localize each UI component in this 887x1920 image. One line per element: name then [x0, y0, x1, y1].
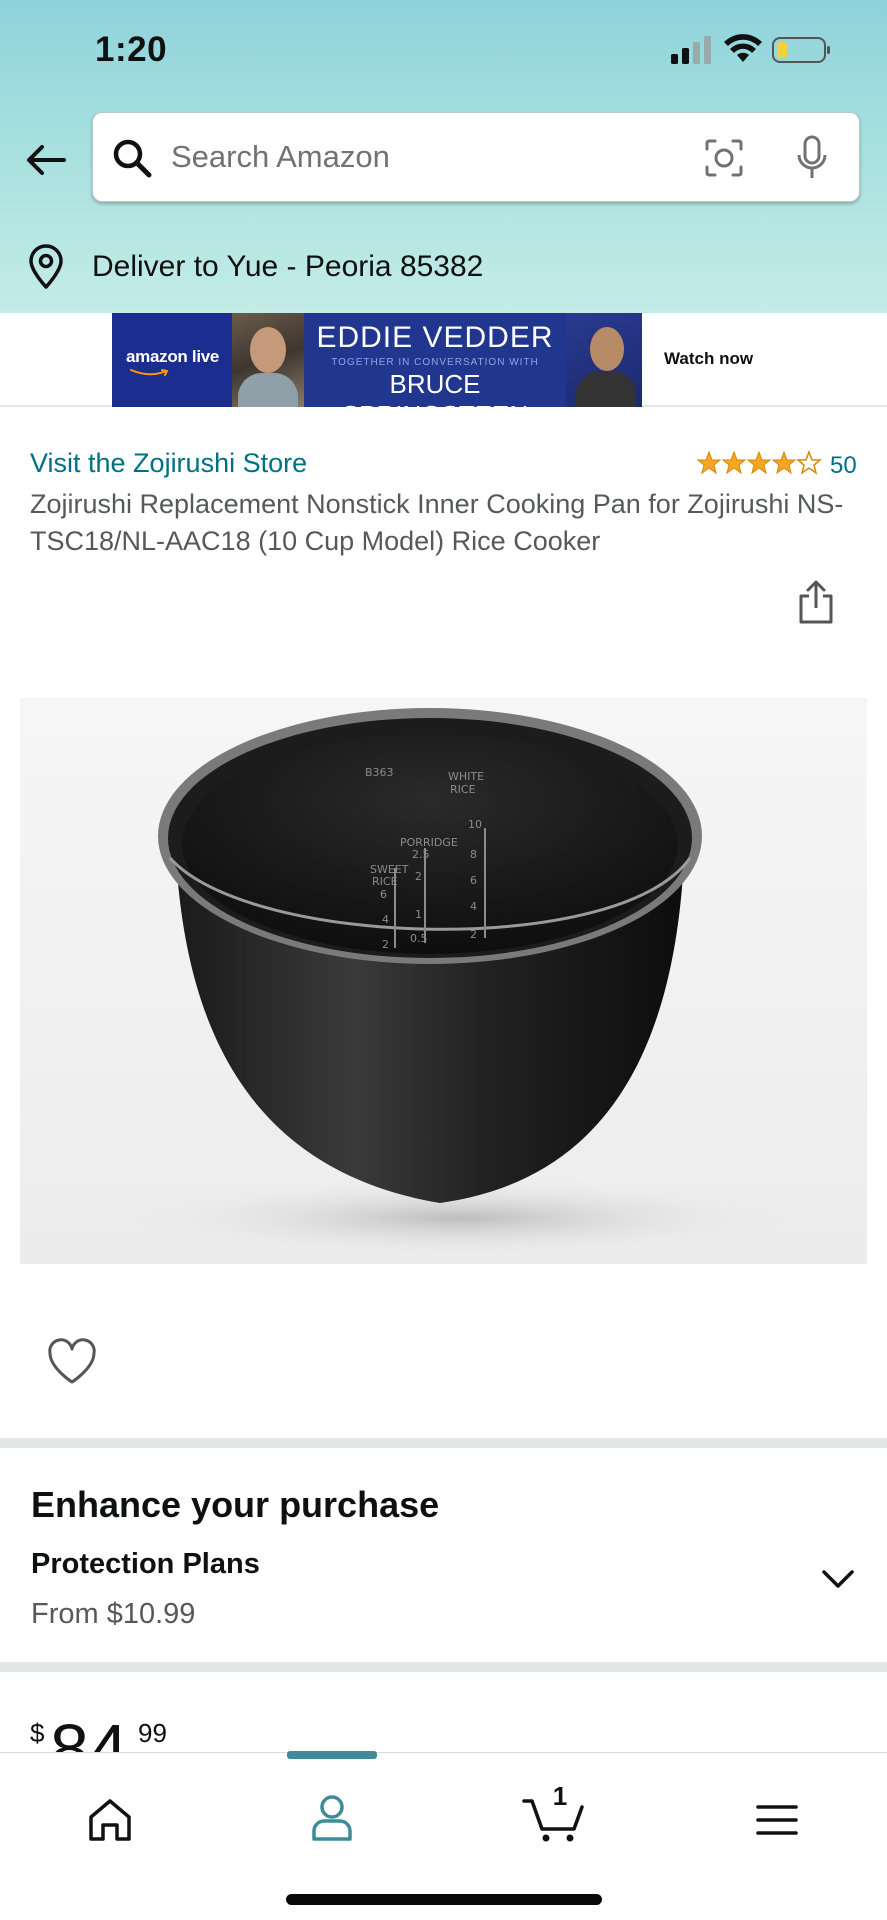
section-divider [0, 1662, 887, 1672]
banner-photo-right [566, 313, 642, 407]
wifi-icon [724, 34, 762, 62]
amazon-smile-icon [130, 369, 169, 376]
deliver-to-row[interactable]: Deliver to Yue - Peoria 85382 [0, 222, 887, 312]
banner-headline: EDDIE VEDDER TOGETHER IN CONVERSATION WI… [304, 313, 566, 430]
svg-text:8: 8 [470, 848, 477, 861]
svg-text:2.5: 2.5 [412, 848, 430, 861]
back-arrow-icon[interactable] [24, 138, 68, 182]
svg-text:6: 6 [470, 874, 477, 887]
mic-icon[interactable] [795, 135, 829, 181]
banner-photo-left [232, 313, 304, 407]
search-icon[interactable] [111, 137, 153, 179]
search-placeholder[interactable]: Search Amazon [171, 139, 390, 175]
home-icon[interactable] [86, 1797, 134, 1843]
cellular-signal-icon [671, 36, 711, 64]
ad-banner[interactable]: amazon live EDDIE VEDDER TOGETHER IN CON… [0, 313, 887, 430]
price-whole: 84 [50, 1710, 128, 1754]
pan-model-marking: B363 [365, 766, 394, 779]
status-time: 1:20 [95, 30, 168, 69]
enhance-purchase-heading: Enhance your purchase [31, 1484, 440, 1525]
visit-store-link[interactable]: Visit the Zojirushi Store [30, 448, 307, 479]
product-price: $ 84 99 [30, 1706, 330, 1754]
svg-text:1: 1 [415, 908, 422, 921]
product-title: Zojirushi Replacement Nonstick Inner Coo… [30, 489, 844, 556]
bottom-nav: 1 [0, 1751, 887, 1920]
share-icon[interactable] [796, 578, 836, 626]
amazon-live-logo: amazon live [112, 313, 232, 407]
banner-subline: TOGETHER IN CONVERSATION WITH [331, 357, 539, 368]
search-input[interactable]: Search Amazon [92, 112, 860, 202]
chevron-down-icon[interactable] [820, 1566, 856, 1592]
section-divider [0, 1438, 887, 1448]
product-image[interactable]: B363 WHITE RICE PORRIDGE SWEET RICE 10 8… [20, 698, 867, 1264]
deliver-to-text[interactable]: Deliver to Yue - Peoria 85382 [92, 250, 483, 284]
menu-icon[interactable] [756, 1803, 798, 1837]
svg-text:2: 2 [382, 938, 389, 951]
home-indicator[interactable] [286, 1894, 602, 1905]
active-tab-indicator [287, 1751, 377, 1759]
protection-plans-title[interactable]: Protection Plans [31, 1548, 260, 1581]
header: 1:20 Search Amazon Deliver to Yue - Peor… [0, 0, 887, 313]
protection-plans-price: From $10.99 [31, 1598, 196, 1630]
svg-text:4: 4 [470, 900, 477, 913]
camera-icon[interactable] [703, 137, 745, 179]
watch-now-link[interactable]: Watch now [664, 349, 753, 369]
svg-text:4: 4 [382, 913, 389, 926]
svg-text:2: 2 [415, 870, 422, 883]
amazon-live-text: amazon live [126, 347, 220, 366]
cart-count-badge[interactable]: 1 [550, 1781, 570, 1812]
star-icon [697, 450, 797, 475]
banner-headline-top: EDDIE VEDDER [316, 321, 554, 354]
price-symbol: $ [30, 1718, 45, 1748]
rice-cooker-pan-illustration: B363 WHITE RICE PORRIDGE SWEET RICE 10 8… [120, 708, 800, 1258]
location-pin-icon [29, 244, 63, 289]
account-icon[interactable] [310, 1793, 354, 1841]
status-bar: 1:20 [0, 0, 887, 100]
svg-text:RICE: RICE [450, 783, 476, 796]
price-fraction: 99 [138, 1718, 167, 1748]
svg-text:WHITE: WHITE [448, 770, 484, 783]
svg-text:2: 2 [470, 928, 477, 941]
svg-text:10: 10 [468, 818, 482, 831]
svg-text:0.5: 0.5 [410, 932, 428, 945]
battery-icon [772, 37, 830, 63]
star-rating[interactable] [697, 450, 823, 478]
banner-headline-bottom: BRUCE SPRINGSTEEN [341, 369, 529, 430]
svg-text:RICE: RICE [372, 875, 398, 888]
svg-text:6: 6 [380, 888, 387, 901]
wishlist-heart-icon[interactable] [46, 1338, 98, 1386]
rating-count[interactable]: 50 [830, 452, 857, 480]
